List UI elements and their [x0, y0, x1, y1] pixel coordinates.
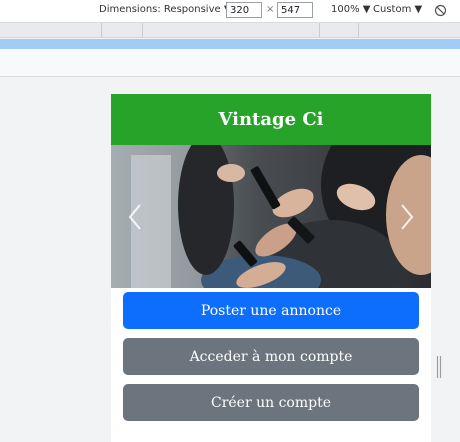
site-title: Vintage Ci [218, 109, 324, 130]
chevron-down-icon: ▼ [362, 4, 371, 15]
chevron-left-icon[interactable] [127, 203, 143, 231]
width-input[interactable] [226, 2, 262, 18]
image-carousel[interactable] [111, 145, 431, 288]
zoom-label: 100% [331, 4, 360, 15]
media-query-tick [142, 23, 143, 37]
chevron-down-icon: ▼ [414, 4, 423, 15]
device-viewport: Vintage Ci Poster une annonce Acceder à … [111, 94, 431, 442]
chevron-right-icon[interactable] [399, 203, 415, 231]
my-account-button[interactable]: Acceder à mon compte [123, 338, 419, 375]
dimensions-dropdown[interactable]: Dimensions: Responsive ▼ [99, 4, 232, 15]
carousel-image [111, 145, 431, 288]
media-query-range-bar[interactable] [0, 39, 460, 49]
times-symbol: × [266, 4, 275, 15]
ruler [0, 49, 460, 77]
media-query-bar[interactable] [0, 23, 460, 38]
post-ad-button[interactable]: Poster une annonce [123, 292, 419, 329]
site-header: Vintage Ci [111, 94, 431, 145]
height-input[interactable] [277, 2, 313, 18]
media-query-tick [101, 23, 102, 37]
media-query-tick [358, 23, 359, 37]
throttle-label: Custom [373, 4, 412, 15]
create-account-button[interactable]: Créer un compte [123, 384, 419, 421]
throttle-dropdown[interactable]: Custom ▼ [373, 4, 422, 15]
zoom-dropdown[interactable]: 100% ▼ [331, 4, 370, 15]
media-query-tick [319, 23, 320, 37]
rotate-icon[interactable] [434, 4, 447, 17]
device-toolbar: Dimensions: Responsive ▼ × 100% ▼ Custom… [0, 0, 460, 23]
resize-handle-icon[interactable] [436, 356, 442, 378]
dimensions-label: Dimensions: Responsive [99, 4, 221, 15]
